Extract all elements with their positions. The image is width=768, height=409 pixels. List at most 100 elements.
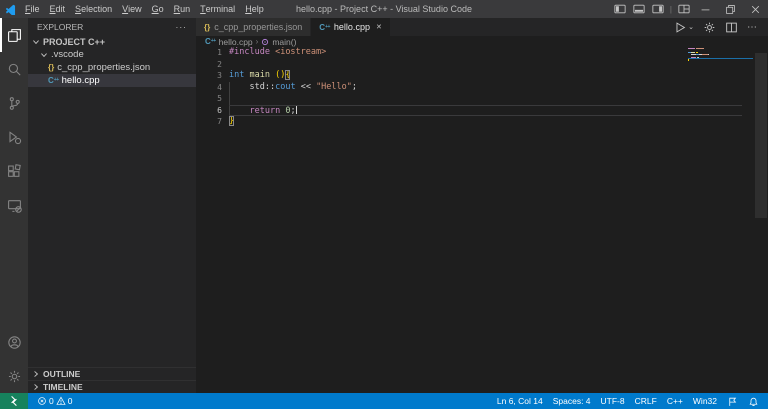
bell-icon[interactable]: [743, 396, 764, 407]
code-line-2[interactable]: 2: [196, 59, 768, 71]
window-title: hello.cpp - Project C++ - Visual Studio …: [296, 4, 472, 14]
tree-item-c-cpp-properties-json[interactable]: {} c_cpp_properties.json: [28, 61, 196, 74]
tree-item-label: c_cpp_properties.json: [57, 62, 151, 73]
remote-indicator[interactable]: [0, 393, 28, 409]
tab-c-cpp-properties-json[interactable]: {} c_cpp_properties.json: [196, 18, 312, 36]
extensions-icon[interactable]: [0, 154, 28, 188]
explorer-header: EXPLORER ···: [28, 18, 196, 35]
settings-gear-icon[interactable]: [0, 359, 28, 393]
status-utf-8[interactable]: UTF-8: [596, 396, 630, 406]
tree-item-label: .vscode: [51, 49, 84, 60]
search-icon[interactable]: [0, 52, 28, 86]
chevron-right-icon: [32, 383, 40, 391]
json-file-icon: {}: [204, 22, 211, 32]
minimap[interactable]: [688, 48, 753, 61]
breadcrumb-separator: ›: [255, 37, 259, 46]
line-number: 5: [217, 94, 222, 103]
error-count: 0: [49, 396, 54, 406]
status-bar: 0 0 Ln 6, Col 14 Spaces: 4 UTF-8 CRLF C++ Win…: [0, 393, 768, 409]
status-c++[interactable]: C++: [662, 396, 688, 406]
warning-count: 0: [67, 396, 73, 406]
restore-button[interactable]: [718, 0, 743, 18]
line-number: 3: [217, 71, 222, 80]
file-tree: PROJECT C++ .vscode{} c_cpp_properties.jso…: [28, 35, 196, 367]
remote-explorer-icon[interactable]: [0, 188, 28, 222]
json-file-icon: {}: [48, 63, 55, 72]
code-line-5[interactable]: 5: [196, 93, 768, 105]
feedback-icon[interactable]: [722, 396, 743, 407]
gear-icon[interactable]: [703, 21, 716, 34]
status-crlf[interactable]: CRLF: [630, 396, 662, 406]
line-number: 2: [217, 59, 222, 69]
menu-view[interactable]: View: [117, 0, 147, 18]
menu-run[interactable]: Run: [169, 0, 196, 18]
customize-layout-icon[interactable]: [674, 0, 693, 18]
code-line-1[interactable]: 1 #include <iostream>: [196, 47, 768, 59]
close-button[interactable]: [743, 0, 768, 18]
line-number: 4: [217, 82, 222, 92]
menu-edit[interactable]: Edit: [45, 0, 71, 18]
tab-label: c_cpp_properties.json: [214, 22, 303, 32]
scrollbar-slider[interactable]: [755, 53, 767, 218]
menu-help[interactable]: Help: [240, 0, 269, 18]
status-spaces-4[interactable]: Spaces: 4: [548, 396, 596, 406]
accounts-icon[interactable]: [0, 325, 28, 359]
code-line-3[interactable]: 3 int main (){: [196, 70, 768, 82]
close-tab-icon[interactable]: ✕: [376, 23, 382, 31]
run-debug-icon[interactable]: [0, 120, 28, 154]
toggle-panel-icon[interactable]: [630, 0, 649, 18]
tree-item--vscode[interactable]: .vscode: [28, 48, 196, 61]
line-number: 7: [217, 117, 222, 126]
breadcrumb: C++ hello.cpp › main(): [196, 36, 768, 47]
code-line-6[interactable]: 6 return 0;: [196, 104, 768, 117]
code-line-7[interactable]: 7}: [196, 116, 768, 128]
tab-bar: {} c_cpp_properties.json C++ hello.cpp ✕ ⌄ ⋯: [196, 18, 768, 36]
chevron-right-icon: [32, 370, 40, 378]
line-number: 6: [217, 105, 222, 115]
warning-icon: [56, 396, 66, 406]
main-area: EXPLORER ··· PROJECT C++ .vscode{} c_cpp_p…: [0, 18, 768, 393]
section-timeline[interactable]: TIMELINE: [28, 380, 196, 393]
cpp-file-icon: C++: [319, 22, 330, 32]
toggle-secondary-sidebar-icon[interactable]: [649, 0, 668, 18]
tree-item-project-c-[interactable]: PROJECT C++: [28, 35, 196, 48]
menu-selection[interactable]: Selection: [70, 0, 117, 18]
activity-bar: [0, 18, 28, 393]
minimize-button[interactable]: [693, 0, 718, 18]
explorer-more-actions-icon[interactable]: ···: [176, 22, 188, 32]
more-actions-icon[interactable]: ⋯: [747, 22, 758, 33]
editor-group: {} c_cpp_properties.json C++ hello.cpp ✕ ⌄ ⋯…: [196, 18, 768, 393]
tree-item-label: hello.cpp: [61, 75, 100, 86]
explorer-sidebar: EXPLORER ··· PROJECT C++ .vscode{} c_cpp_p…: [28, 18, 196, 393]
line-number: 1: [217, 48, 222, 57]
split-editor-icon[interactable]: [725, 21, 738, 34]
section-outline[interactable]: OUTLINE: [28, 367, 196, 380]
status-win32[interactable]: Win32: [688, 396, 722, 406]
title-bar: File Edit Selection View Go Run Terminal Help h…: [0, 0, 768, 18]
editor-actions: ⌄ ⋯: [674, 18, 768, 36]
text-cursor: [295, 104, 297, 114]
toggle-primary-sidebar-icon[interactable]: [611, 0, 630, 18]
code-editor[interactable]: 1 #include <iostream> 2 3 int main (){4 std:…: [196, 47, 768, 393]
menu-file[interactable]: File: [20, 0, 45, 18]
breadcrumb-symbol[interactable]: main(): [272, 37, 296, 47]
files-icon[interactable]: [0, 18, 28, 52]
code-line-4[interactable]: 4 std::cout << "Hello";: [196, 82, 768, 94]
window-controls: |: [611, 0, 768, 18]
menu-go[interactable]: Go: [147, 0, 169, 18]
cpp-file-icon: C++: [205, 37, 216, 46]
run-button[interactable]: ⌄: [674, 21, 694, 34]
tab-label: hello.cpp: [333, 22, 370, 32]
source-control-icon[interactable]: [0, 86, 28, 120]
cpp-file-icon: C++: [48, 76, 59, 85]
chevron-down-icon: [40, 51, 48, 59]
vertical-scrollbar[interactable]: [754, 47, 768, 393]
menu-terminal[interactable]: Terminal: [195, 0, 240, 18]
tab-hello-cpp[interactable]: C++ hello.cpp ✕: [311, 18, 390, 36]
problems-indicator[interactable]: 0 0: [32, 396, 77, 406]
breadcrumb-file[interactable]: hello.cpp: [219, 37, 253, 47]
tree-item-hello-cpp[interactable]: C++ hello.cpp: [28, 74, 196, 87]
minimap-current-line: [688, 57, 753, 60]
status-ln-6-col-14[interactable]: Ln 6, Col 14: [492, 396, 548, 406]
error-icon: [37, 396, 47, 406]
